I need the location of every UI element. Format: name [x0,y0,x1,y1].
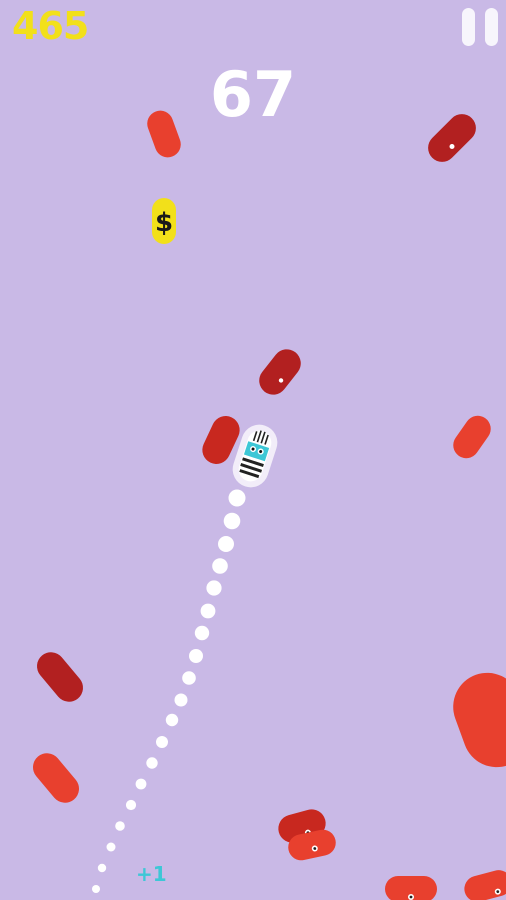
enemy-pill [453,415,491,459]
trail-dot [92,885,100,893]
pause-bar-right [485,8,498,46]
trail-dot [135,778,147,790]
coin-pickup: $ [152,198,176,244]
trail-dot [189,649,203,663]
coin-symbol: $ [155,208,173,238]
player-trail [92,489,246,893]
trail-dot [156,736,168,748]
trail-dot [223,512,241,530]
trail-dot [174,693,188,707]
enemy-pill [385,876,437,900]
enemy-pill [33,753,79,803]
trail-dot [115,821,125,831]
score-counter: 67 [209,58,297,131]
trail-dot [146,757,158,769]
trail-dot [97,863,107,873]
playfield: $ [33,110,506,900]
enemy-pill [259,349,301,395]
enemy-pill [37,652,83,702]
trail-dot [212,558,228,574]
trail-dot [228,489,246,507]
trail-dot [125,799,137,811]
pause-bar-left [462,8,475,46]
trail-dot [194,625,210,641]
trail-dot [106,842,116,852]
enemy-pill [464,870,506,900]
pause-icon[interactable] [462,8,498,46]
enemy-pill [453,672,506,768]
trail-dot [200,603,216,619]
trail-dot [165,713,179,727]
coin-counter: 465 [12,4,89,48]
trail-dot [206,580,222,596]
trail-dot [182,671,196,685]
bonus-popup: +1 [136,862,167,886]
trail-dot [218,536,234,552]
game-stage[interactable]: $ 465 67 +1 [0,0,506,900]
